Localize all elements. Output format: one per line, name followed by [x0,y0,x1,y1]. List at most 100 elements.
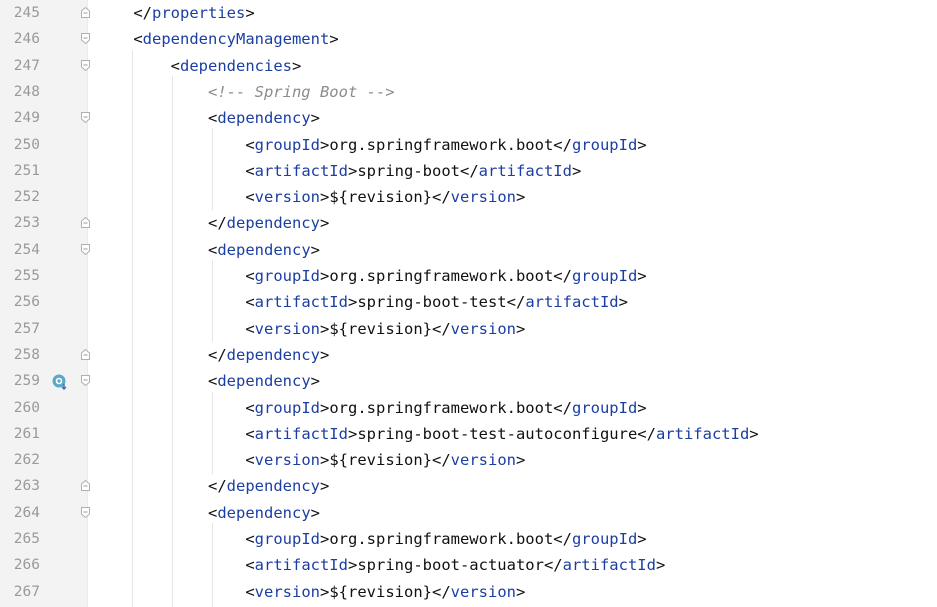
tag-name: artifactId [562,556,656,575]
code-line[interactable]: 266 <artifactId>spring-boot-actuator</ar… [0,552,937,578]
tag-bracket: > [655,556,666,575]
tag-bracket: > [310,240,320,259]
code-line[interactable]: 259 <dependency> [0,368,937,394]
tag-name: artifactId [254,556,348,575]
element-text: org.springframework.boot [329,398,554,417]
element-text: ${revision} [329,582,432,601]
tag-bracket: > [319,267,330,285]
fold-end-icon[interactable] [81,348,90,360]
code-content: <version>${revision}</version> [96,579,525,605]
code-line[interactable]: 265 <groupId>org.springframework.boot</g… [0,526,937,552]
tag-bracket: </ [133,4,152,22]
tag-bracket: > [319,530,330,548]
implementation-gutter-icon[interactable] [52,374,68,391]
tag-bracket: > [319,398,330,417]
element-text: org.springframework.boot [329,530,554,548]
fold-start-icon[interactable] [81,33,90,45]
tag-bracket: > [347,556,358,575]
tag-bracket: > [515,451,526,470]
tag-bracket: < [245,319,255,338]
code-line[interactable]: 256 <artifactId>spring-boot-test</artifa… [0,289,937,315]
code-line[interactable]: 247 <dependencies> [0,53,937,79]
code-line[interactable]: 264 <dependency> [0,500,937,526]
tag-name: groupId [571,267,638,285]
tag-bracket: > [319,188,330,207]
code-content: <dependencyManagement> [96,26,339,52]
code-line[interactable]: 251 <artifactId>spring-boot</artifactId> [0,158,937,184]
tag-bracket: > [515,582,526,601]
code-content: <artifactId>spring-boot-test-autoconfigu… [96,421,758,447]
fold-start-icon[interactable] [81,506,90,518]
tag-name: dependencies [180,56,292,75]
fold-end-icon[interactable] [81,480,90,492]
fold-start-icon[interactable] [81,375,90,387]
tag-bracket: > [347,161,358,180]
tag-name: version [254,451,320,470]
tag-bracket: </ [431,582,451,601]
tag-name: dependencyManagement [142,30,330,49]
tag-bracket: > [329,30,339,49]
tag-name: properties [152,4,246,22]
tag-bracket: < [245,188,255,207]
code-line[interactable]: 261 <artifactId>spring-boot-test-autocon… [0,421,937,447]
code-line[interactable]: 249 <dependency> [0,105,937,131]
tag-name: groupId [254,398,320,417]
tag-bracket: > [637,398,647,417]
tag-bracket: </ [207,214,227,233]
code-editor[interactable]: 245 </properties> 246 <dependencyManageme… [0,0,937,607]
code-line[interactable]: 263 </dependency> [0,473,937,499]
code-content: <artifactId>spring-boot</artifactId> [96,158,581,184]
code-line[interactable]: 267 <version>${revision}</version> [0,579,937,605]
fold-end-icon[interactable] [81,7,90,18]
code-line[interactable]: 252 <version>${revision}</version> [0,184,937,210]
element-text: org.springframework.boot [329,267,554,285]
code-line[interactable]: 260 <groupId>org.springframework.boot</g… [0,395,937,421]
tag-bracket: </ [553,135,572,154]
code-line[interactable]: 255 <groupId>org.springframework.boot</g… [0,263,937,289]
fold-start-icon[interactable] [81,243,90,255]
element-text: spring-boot-actuator [357,556,544,575]
tag-bracket: </ [431,319,451,338]
code-content: <!-- Spring Boot --> [96,79,395,105]
tag-name: artifactId [655,424,750,443]
code-content: <version>${revision}</version> [96,447,525,473]
code-content: <dependency> [96,368,320,394]
line-number: 263 [13,478,40,495]
tag-name: version [450,451,516,470]
code-content: <dependency> [96,237,320,263]
tag-bracket: > [347,424,358,443]
code-line[interactable]: 254 <dependency> [0,237,937,263]
element-text: org.springframework.boot [329,135,554,154]
code-line[interactable]: 253 </dependency> [0,210,937,236]
fold-start-icon[interactable] [81,59,90,71]
tag-name: groupId [254,267,320,285]
tag-bracket: </ [459,161,479,180]
code-line[interactable]: 250 <groupId>org.springframework.boot</g… [0,132,937,158]
tag-name: version [254,582,320,601]
indent-guide [212,260,213,342]
tag-bracket: > [515,188,526,207]
code-line[interactable]: 245 </properties> [0,0,937,26]
code-line[interactable]: 257 <version>${revision}</version> [0,316,937,342]
tag-bracket: > [310,109,320,128]
code-line[interactable]: 262 <version>${revision}</version> [0,447,937,473]
element-text: spring-boot-test [357,293,507,312]
tag-bracket: </ [431,451,451,470]
line-number: 266 [13,557,40,574]
code-line[interactable]: 258 </dependency> [0,342,937,368]
code-line[interactable]: 246 <dependencyManagement> [0,26,937,52]
fold-end-icon[interactable] [81,217,90,229]
line-number: 262 [13,452,40,469]
line-number: 249 [13,110,40,127]
line-number: 264 [13,504,40,521]
code-line[interactable]: 248 <!-- Spring Boot --> [0,79,937,105]
fold-start-icon[interactable] [81,112,90,124]
code-content: </properties> [96,0,254,26]
